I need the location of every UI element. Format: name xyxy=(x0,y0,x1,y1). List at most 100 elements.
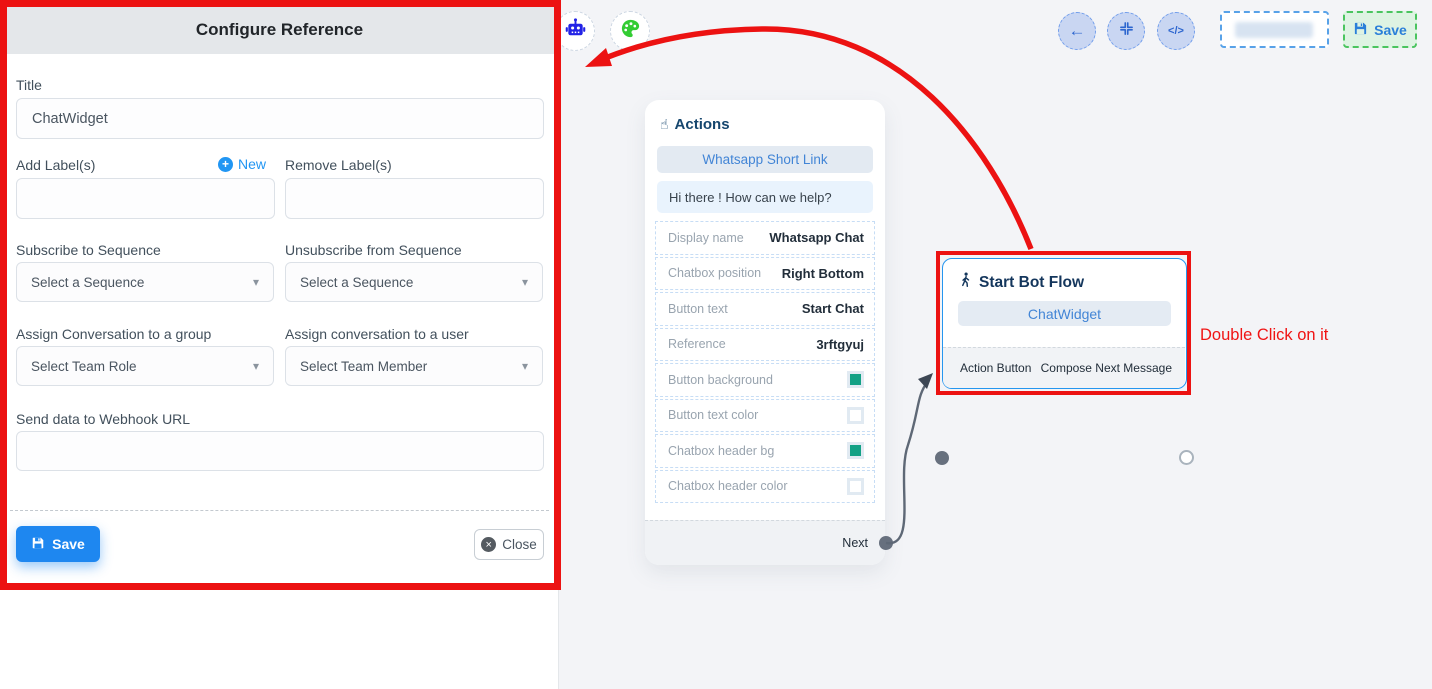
floppy-icon xyxy=(31,536,45,553)
greeting-message[interactable]: Hi there ! How can we help? xyxy=(657,181,873,213)
flow-save-button[interactable]: Save xyxy=(1343,11,1417,48)
add-labels-label: Add Label(s) xyxy=(16,157,95,173)
panel-close-label: Close xyxy=(502,537,537,552)
property-value: Right Bottom xyxy=(782,266,864,281)
subscribe-sequence-value: Select a Sequence xyxy=(31,275,144,290)
whatsapp-short-link-label: Whatsapp Short Link xyxy=(702,152,827,167)
property-row-chatbox-position[interactable]: Chatbox position Right Bottom xyxy=(655,257,875,291)
chevron-down-icon: ▾ xyxy=(522,359,528,373)
property-row-chatbox-header-color[interactable]: Chatbox header color xyxy=(655,470,875,504)
chevron-down-icon: ▾ xyxy=(522,275,528,289)
next-label: Next xyxy=(842,536,868,550)
chevron-down-icon: ▾ xyxy=(253,359,259,373)
palette-icon xyxy=(619,17,642,45)
remove-labels-label: Remove Label(s) xyxy=(285,157,392,173)
save-label: Save xyxy=(1374,22,1407,38)
assign-user-label: Assign conversation to a user xyxy=(285,326,469,342)
actions-card-title: Actions xyxy=(675,116,730,133)
hand-pointer-icon: ☝ xyxy=(660,117,669,133)
panel-save-button[interactable]: Save xyxy=(16,526,100,562)
property-label: Chatbox position xyxy=(668,266,761,280)
next-output-port[interactable] xyxy=(879,536,893,550)
unsubscribe-sequence-value: Select a Sequence xyxy=(300,275,413,290)
walking-person-icon xyxy=(958,272,973,294)
panel-header: Configure Reference xyxy=(0,0,559,54)
fit-view-button[interactable] xyxy=(1107,12,1145,50)
title-input[interactable] xyxy=(16,98,544,139)
assign-user-value: Select Team Member xyxy=(300,359,427,374)
property-value: 3rftgyuj xyxy=(816,337,864,352)
property-label: Reference xyxy=(668,337,726,351)
webhook-url-label: Send data to Webhook URL xyxy=(16,411,190,427)
code-icon: </> xyxy=(1168,25,1184,37)
property-value: Whatsapp Chat xyxy=(769,230,864,245)
color-swatch[interactable] xyxy=(847,442,864,459)
embed-code-button[interactable]: </> xyxy=(1157,12,1195,50)
panel-title: Configure Reference xyxy=(196,15,363,40)
new-label-link[interactable]: + New xyxy=(218,156,266,172)
new-link-text: New xyxy=(238,156,266,172)
remove-labels-input[interactable] xyxy=(285,178,544,219)
flow-builder-app: ← </> Save ☝ Actions Whatsapp Short xyxy=(0,0,1432,689)
assign-group-value: Select Team Role xyxy=(31,359,137,374)
flow-card-footer: Action Button Compose Next Message xyxy=(943,347,1185,388)
flow-card-header: Start Bot Flow xyxy=(958,272,1084,294)
property-label: Display name xyxy=(668,231,744,245)
configure-reference-panel: Configure Reference Title Add Label(s) +… xyxy=(0,0,559,689)
compose-next-message-output-port[interactable] xyxy=(1179,450,1194,465)
start-bot-flow-node[interactable]: Start Bot Flow ChatWidget Action Button … xyxy=(942,258,1187,389)
actions-node-card[interactable]: ☝ Actions Whatsapp Short Link Hi there !… xyxy=(645,100,885,565)
add-labels-input[interactable] xyxy=(16,178,275,219)
arrow-left-icon: ← xyxy=(1069,21,1086,41)
action-button-input-port[interactable] xyxy=(935,451,949,465)
property-row-reference[interactable]: Reference 3rftgyuj xyxy=(655,328,875,362)
panel-close-button[interactable]: × Close xyxy=(474,529,544,560)
compose-next-message-port-label: Compose Next Message xyxy=(1041,361,1172,375)
theme-button[interactable] xyxy=(610,11,650,51)
title-field-label: Title xyxy=(16,77,42,93)
actions-card-footer: Next xyxy=(645,520,885,565)
property-label: Chatbox header color xyxy=(668,479,788,493)
bot-settings-button[interactable] xyxy=(555,11,595,51)
action-button-port-label: Action Button xyxy=(960,361,1031,375)
annotation-note: Double Click on it xyxy=(1200,326,1328,345)
unsubscribe-sequence-select[interactable]: Select a Sequence ▾ xyxy=(285,262,543,302)
back-button[interactable]: ← xyxy=(1058,12,1096,50)
color-swatch[interactable] xyxy=(847,371,864,388)
assign-group-label: Assign Conversation to a group xyxy=(16,326,211,342)
footer-divider xyxy=(10,510,549,511)
property-row-display-name[interactable]: Display name Whatsapp Chat xyxy=(655,221,875,255)
whatsapp-short-link-button[interactable]: Whatsapp Short Link xyxy=(657,146,873,173)
subscribe-sequence-label: Subscribe to Sequence xyxy=(16,242,161,258)
color-swatch[interactable] xyxy=(847,407,864,424)
flow-card-title: Start Bot Flow xyxy=(979,274,1084,292)
color-swatch[interactable] xyxy=(847,478,864,495)
property-row-button-text-color[interactable]: Button text color xyxy=(655,399,875,433)
assign-user-select[interactable]: Select Team Member ▾ xyxy=(285,346,543,386)
chatwidget-reference-button[interactable]: ChatWidget xyxy=(958,301,1171,326)
property-label: Chatbox header bg xyxy=(668,444,774,458)
close-icon: × xyxy=(481,537,496,552)
subscribe-sequence-select[interactable]: Select a Sequence ▾ xyxy=(16,262,274,302)
property-row-button-text[interactable]: Button text Start Chat xyxy=(655,292,875,326)
chevron-down-icon: ▾ xyxy=(253,275,259,289)
property-label: Button text color xyxy=(668,408,758,422)
property-value: Start Chat xyxy=(802,301,864,316)
actions-card-header: ☝ Actions xyxy=(660,116,730,133)
assign-group-select[interactable]: Select Team Role ▾ xyxy=(16,346,274,386)
compress-icon xyxy=(1119,21,1134,41)
property-row-button-background[interactable]: Button background xyxy=(655,363,875,397)
property-row-chatbox-header-bg[interactable]: Chatbox header bg xyxy=(655,434,875,468)
property-label: Button background xyxy=(668,373,773,387)
panel-save-label: Save xyxy=(52,536,85,552)
chatwidget-label: ChatWidget xyxy=(1028,306,1101,322)
flow-title-input[interactable] xyxy=(1220,11,1329,48)
plus-circle-icon: + xyxy=(218,157,233,172)
property-label: Button text xyxy=(668,302,728,316)
property-list: Display name Whatsapp Chat Chatbox posit… xyxy=(655,221,875,503)
robot-icon xyxy=(564,17,587,45)
webhook-url-input[interactable] xyxy=(16,431,544,471)
greeting-message-text: Hi there ! How can we help? xyxy=(669,190,832,205)
floppy-icon xyxy=(1353,21,1368,39)
unsubscribe-sequence-label: Unsubscribe from Sequence xyxy=(285,242,462,258)
